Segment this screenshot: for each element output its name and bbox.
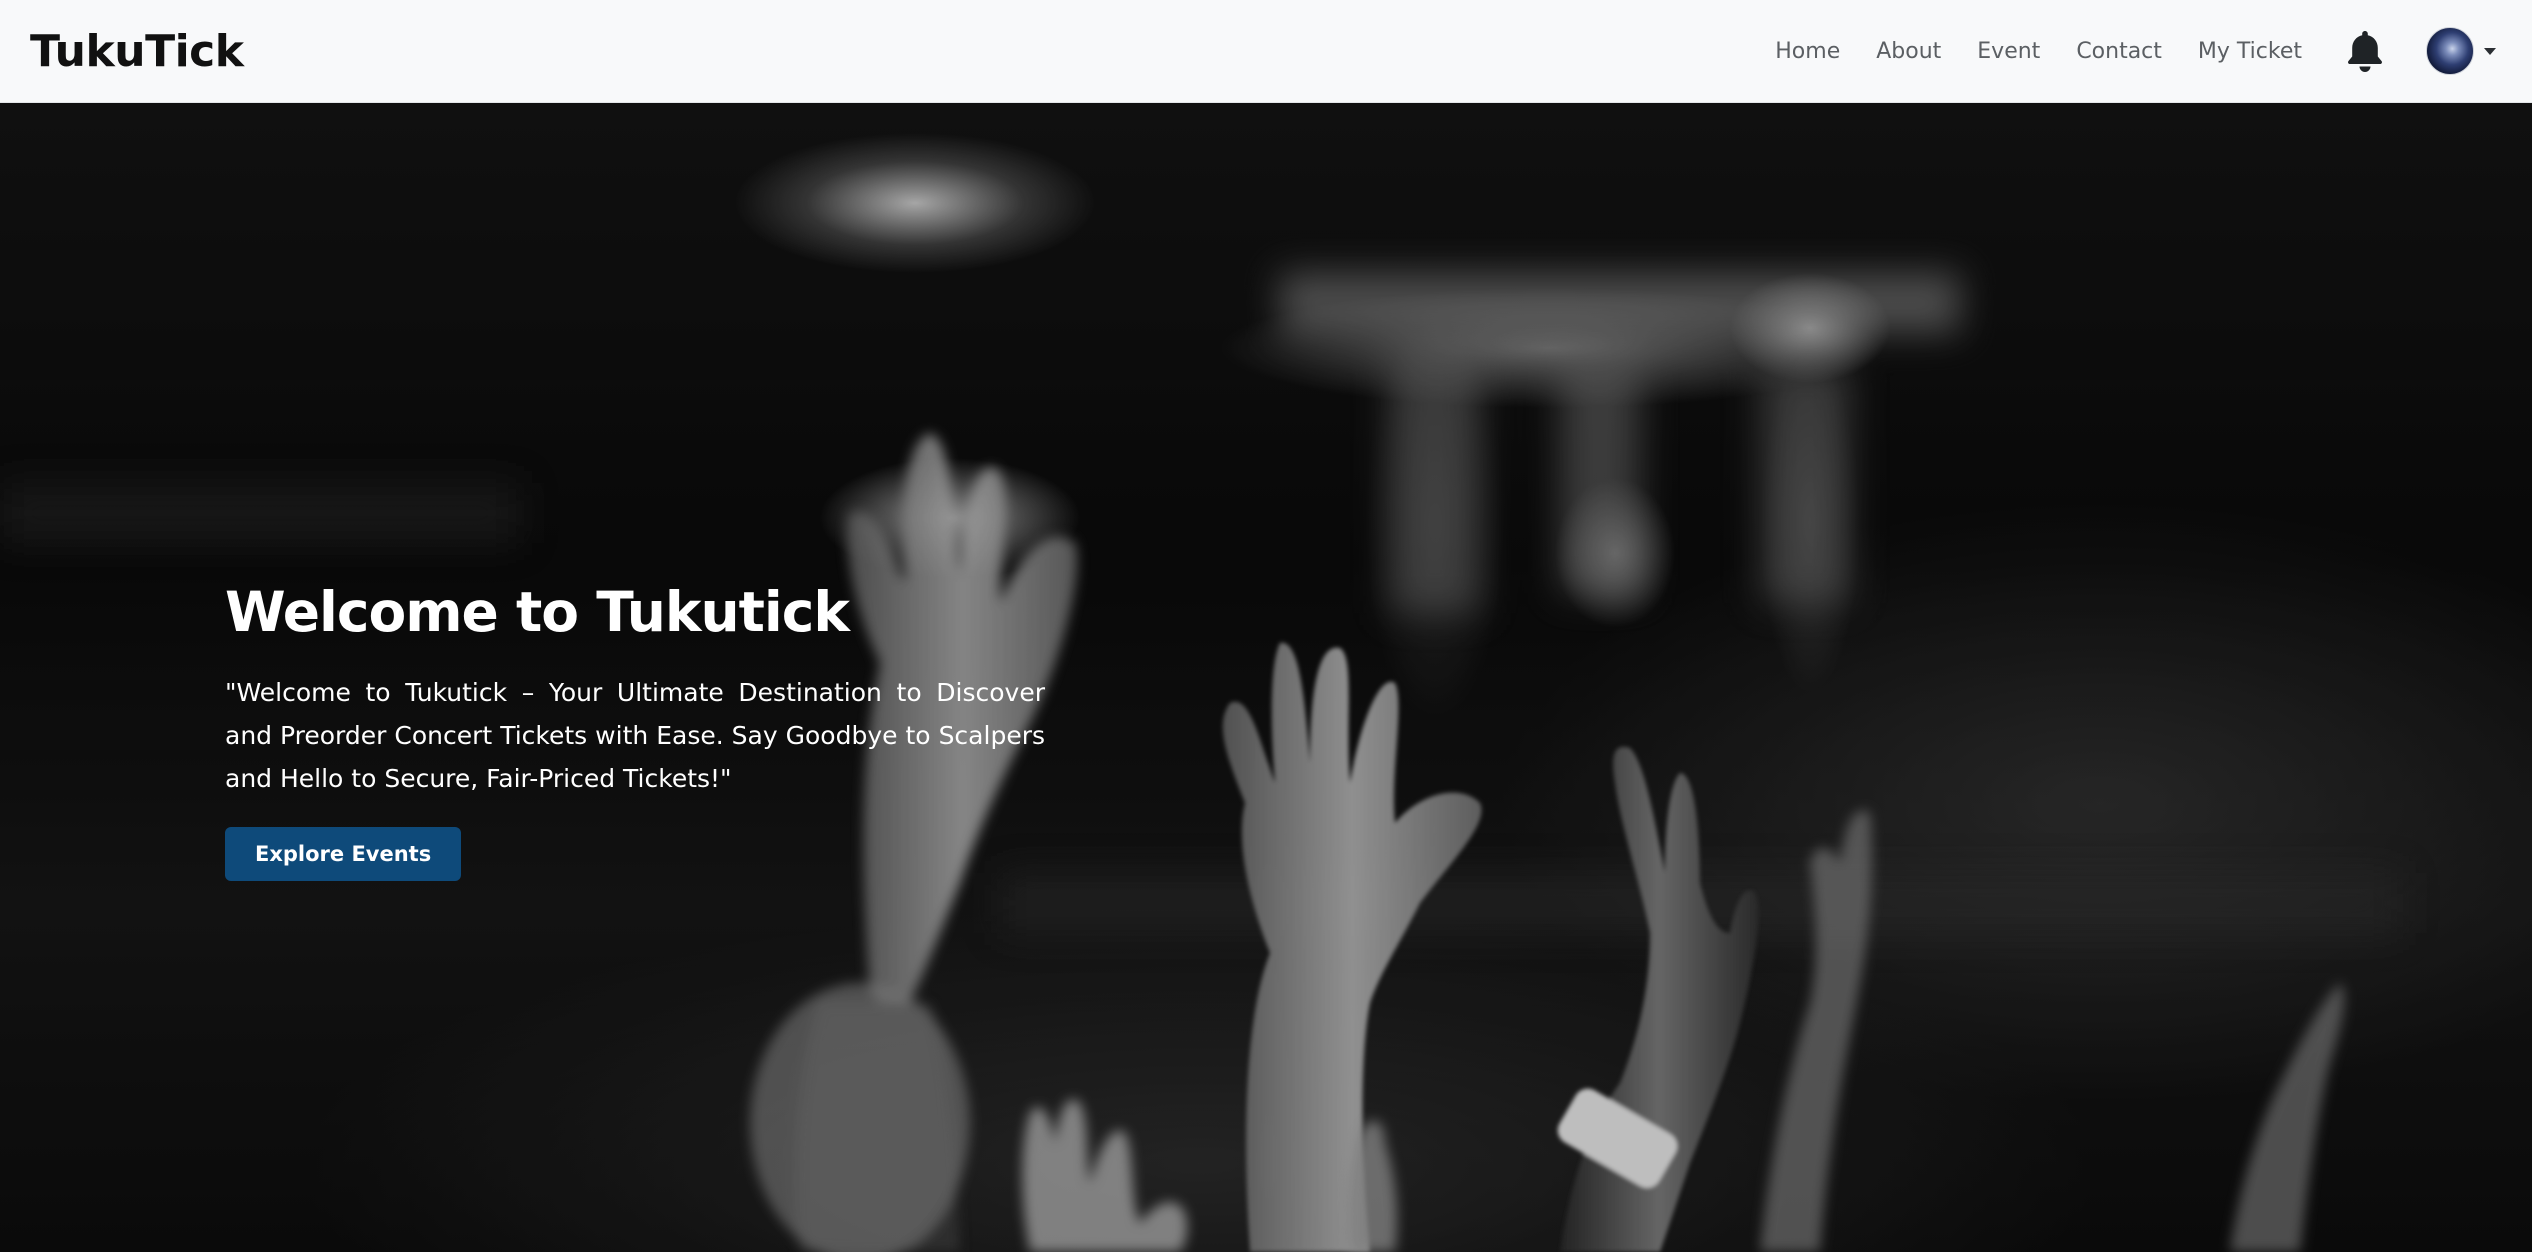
nav-links: Home About Event Contact My Ticket xyxy=(1775,39,2302,64)
nav-link-my-ticket[interactable]: My Ticket xyxy=(2198,39,2302,64)
hero-description: "Welcome to Tukutick – Your Ultimate Des… xyxy=(225,677,1045,793)
explore-events-button[interactable]: Explore Events xyxy=(225,826,462,881)
brand-logo[interactable]: TukuTick xyxy=(30,26,244,77)
profile-dropdown[interactable] xyxy=(2426,27,2496,75)
nav-link-about[interactable]: About xyxy=(1876,39,1941,64)
nav-right: Home About Event Contact My Ticket xyxy=(1775,27,2496,75)
nav-link-contact[interactable]: Contact xyxy=(2076,39,2162,64)
nav-link-event[interactable]: Event xyxy=(1977,39,2040,64)
navbar: TukuTick Home About Event Contact My Tic… xyxy=(0,0,2532,103)
bell-icon[interactable] xyxy=(2344,28,2386,74)
hero-section: Welcome to Tukutick "Welcome to Tukutick… xyxy=(0,103,2532,1252)
chevron-down-icon[interactable] xyxy=(2484,47,2496,55)
nav-link-home[interactable]: Home xyxy=(1775,39,1840,64)
hero-content: Welcome to Tukutick "Welcome to Tukutick… xyxy=(225,582,1045,881)
avatar[interactable] xyxy=(2426,27,2474,75)
hero-title: Welcome to Tukutick xyxy=(225,580,850,644)
